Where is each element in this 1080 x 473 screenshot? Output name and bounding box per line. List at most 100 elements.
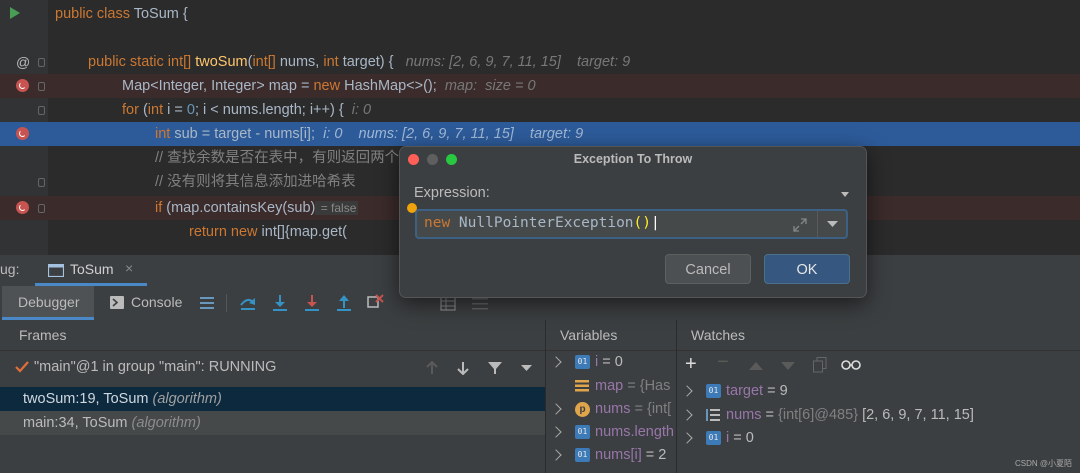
variable-value: = 0 (598, 354, 623, 370)
chevron-down-icon[interactable] (827, 221, 838, 228)
move-up-icon[interactable] (749, 362, 763, 370)
expand-icon[interactable] (552, 426, 562, 438)
primitive-icon: 01 (706, 384, 721, 399)
expr-keyword: new (424, 215, 451, 231)
close-window-button[interactable] (408, 154, 419, 165)
text-cursor: | (651, 215, 660, 231)
expand-icon[interactable] (552, 449, 562, 461)
breakpoint-icon[interactable] (16, 127, 29, 140)
console-icon (48, 264, 64, 277)
fold-icon[interactable] (38, 204, 45, 213)
expand-icon[interactable] (681, 409, 693, 421)
add-icon[interactable]: + (685, 353, 697, 376)
fold-icon[interactable] (38, 82, 45, 91)
inline-debug-value: nums: [2, 6, 9, 7, 11, 15] target: 9 (405, 54, 631, 70)
array-icon (706, 409, 720, 422)
variable-row[interactable]: 01 nums.length (552, 421, 676, 444)
tab-debugger[interactable]: Debugger (2, 286, 94, 320)
expand-icon[interactable] (552, 403, 562, 415)
code-line: for (int i = 0; i < nums.length; i++) { … (0, 98, 1080, 122)
copy-icon[interactable] (813, 357, 827, 373)
move-down-icon[interactable] (781, 362, 795, 370)
panel-divider[interactable] (545, 320, 546, 473)
variable-row[interactable]: map = {Has (552, 375, 676, 398)
step-out-icon[interactable] (336, 294, 352, 312)
remove-icon[interactable]: − (717, 351, 729, 374)
code-comment: // 查找余数是否在表中，有则返回两个 (155, 150, 400, 166)
minimize-window-button[interactable] (427, 154, 438, 165)
session-tab[interactable]: ToSum × (35, 255, 147, 286)
variable-row[interactable]: 01 nums[i] = 2 (552, 444, 676, 467)
frame-row[interactable]: main:34, ToSum (algorithm) (0, 411, 545, 435)
variable-value: = {Has (623, 378, 671, 394)
watch-name: target (726, 383, 764, 399)
inline-debug-value: map: size = 0 (444, 78, 536, 94)
frame-package: (algorithm) (152, 391, 222, 407)
watch-row[interactable]: 01 i = 0 (681, 427, 1080, 450)
glasses-icon[interactable] (841, 360, 861, 370)
expand-icon[interactable] (681, 385, 693, 397)
step-over-icon[interactable] (239, 294, 257, 312)
divider (0, 350, 545, 351)
fold-icon[interactable] (38, 58, 45, 67)
code-text: Map<Integer, Integer> map = (122, 78, 314, 94)
code-text: { (178, 6, 188, 22)
keyword: int (147, 102, 164, 118)
watch-row[interactable]: 01 target = 9 (681, 380, 1080, 403)
history-dropdown-icon[interactable] (841, 192, 849, 197)
breakpoint-icon[interactable] (16, 201, 29, 214)
panel-divider[interactable] (676, 320, 677, 473)
toolbar-divider (226, 294, 227, 312)
fold-icon[interactable] (38, 106, 45, 115)
cancel-button[interactable]: Cancel (665, 254, 751, 284)
watermark: CSDN @小夏陌 (1014, 459, 1072, 468)
variable-row[interactable]: 01 i = 0 (550, 351, 676, 374)
thread-selector[interactable]: "main"@1 in group "main": RUNNING (0, 356, 545, 380)
ok-button-label: OK (796, 262, 818, 278)
expand-icon[interactable] (681, 432, 693, 444)
arrow-down-icon[interactable] (456, 361, 470, 375)
watches-title: Watches (691, 327, 745, 343)
code-text: int[]{map.get( (257, 224, 347, 240)
tab-console-label: Console (131, 294, 183, 310)
ok-button[interactable]: OK (764, 254, 850, 284)
step-into-icon[interactable] (272, 294, 288, 312)
fold-icon[interactable] (38, 178, 45, 187)
thread-label: "main"@1 in group "main": RUNNING (34, 359, 277, 375)
variables-title: Variables (560, 327, 618, 343)
tab-console[interactable]: Console (104, 286, 190, 320)
primitive-icon: 01 (706, 431, 721, 446)
dialog-title-bar[interactable]: Exception To Throw (400, 147, 866, 171)
code-line: Map<Integer, Integer> map = new HashMap<… (0, 74, 1080, 98)
primitive-icon: 01 (575, 425, 590, 440)
zoom-window-button[interactable] (446, 154, 457, 165)
run-icon[interactable] (9, 6, 25, 22)
primitive-icon: 01 (575, 355, 590, 370)
method-name: twoSum (195, 54, 248, 70)
frame-row[interactable]: twoSum:19, ToSum (algorithm) (0, 387, 545, 411)
close-icon[interactable]: × (125, 260, 133, 276)
keyword: int[] (167, 54, 192, 70)
expr-code: NullPointerException (450, 215, 634, 231)
arrow-up-icon[interactable] (425, 361, 439, 375)
settings-lines-icon[interactable] (472, 296, 488, 310)
filter-icon[interactable] (487, 361, 503, 375)
primitive-icon: 01 (575, 448, 590, 463)
variable-value: = {int[ (630, 401, 672, 417)
breakpoint-icon[interactable] (16, 79, 29, 92)
menu-icon[interactable] (200, 296, 214, 310)
watch-row[interactable]: nums = {int[6]@485} [2, 6, 9, 7, 11, 15] (681, 404, 1080, 427)
drop-frame-icon[interactable] (367, 293, 385, 311)
expand-editor-icon[interactable] (793, 218, 807, 232)
check-icon (15, 361, 29, 373)
override-icon[interactable]: @ (16, 54, 32, 70)
chevron-down-icon[interactable] (521, 365, 532, 372)
expand-icon[interactable] (550, 356, 562, 368)
code-line: public class ToSum { (0, 2, 1080, 26)
expression-input[interactable]: new NullPointerException()| (415, 209, 848, 239)
variable-row[interactable]: p nums = {int[ (552, 398, 676, 421)
keyword: public static (88, 54, 164, 70)
keyword: int (155, 126, 171, 142)
code-line: @ public static int[] twoSum(int[] nums,… (0, 50, 1080, 74)
force-step-into-icon[interactable] (304, 294, 320, 312)
